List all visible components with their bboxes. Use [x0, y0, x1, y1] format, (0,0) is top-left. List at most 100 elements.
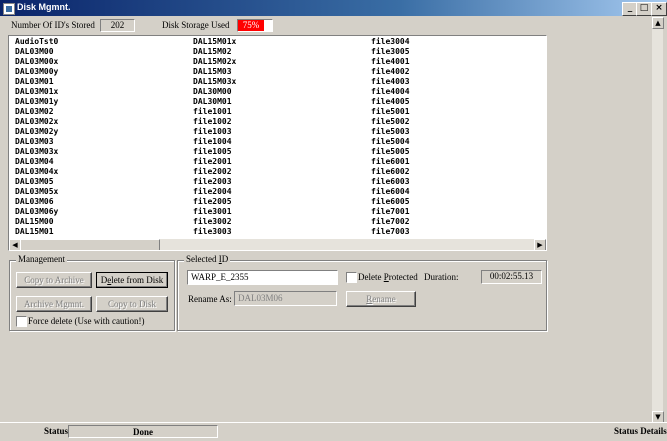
list-item[interactable]: DAL03M05	[15, 177, 58, 187]
list-item[interactable]: DAL03M02	[15, 107, 58, 117]
status-label: Status	[44, 426, 69, 436]
list-item[interactable]: file1004	[193, 137, 236, 147]
delete-from-disk-button[interactable]: Delete from Disk	[96, 272, 168, 288]
scroll-right-arrow-icon[interactable]: ▶	[534, 239, 546, 250]
list-item[interactable]: file6003	[371, 177, 410, 187]
duration-label: Duration:	[424, 272, 459, 282]
list-item[interactable]: file3003	[193, 227, 236, 237]
list-item[interactable]: DAL15M01	[15, 227, 58, 237]
list-item[interactable]: DAL03M02x	[15, 117, 58, 127]
id-list[interactable]: AudioTst0 DAL03M00 DAL03M00x DAL03M00y DAL03…	[8, 35, 547, 251]
list-horizontal-scrollbar[interactable]: ◀ ▶	[9, 239, 546, 250]
status-details-label[interactable]: Status Details	[614, 426, 667, 436]
delete-protected-label: Delete Protected	[358, 272, 418, 282]
list-item[interactable]: file6001	[371, 157, 410, 167]
list-item[interactable]: file5002	[371, 117, 410, 127]
list-item[interactable]: DAL03M00y	[15, 67, 58, 77]
list-item[interactable]: DAL03M01	[15, 77, 58, 87]
list-item[interactable]: file4002	[371, 67, 410, 77]
list-item[interactable]: file2004	[193, 187, 236, 197]
list-item[interactable]: file1001	[193, 107, 236, 117]
rename-as-input[interactable]: DAL03M06	[234, 291, 337, 306]
list-item[interactable]: file6004	[371, 187, 410, 197]
list-item[interactable]: DAL15M02	[193, 47, 236, 57]
delete-protected-checkbox[interactable]	[346, 272, 357, 283]
force-delete-checkbox[interactable]	[16, 316, 27, 327]
list-item[interactable]: DAL15M02x	[193, 57, 236, 67]
disk-storage-value: 75%	[242, 20, 260, 30]
status-value-field: Done	[68, 425, 218, 438]
list-item[interactable]: file2005	[193, 197, 236, 207]
window-vertical-scrollbar[interactable]: ▲ ▼	[652, 17, 664, 423]
horizontal-scroll-thumb[interactable]	[20, 239, 160, 250]
list-item[interactable]: file4004	[371, 87, 410, 97]
duration-value: 00:02:55.13	[481, 270, 542, 284]
list-item[interactable]: file6005	[371, 197, 410, 207]
list-item[interactable]: DAL15M00	[15, 217, 58, 227]
list-item[interactable]: AudioTst0	[15, 37, 58, 47]
list-item[interactable]: DAL15M01x	[193, 37, 236, 47]
list-item[interactable]: file5003	[371, 127, 410, 137]
list-item[interactable]: DAL03M05x	[15, 187, 58, 197]
list-item[interactable]: DAL03M04	[15, 157, 58, 167]
id-count-value: 202	[100, 19, 135, 32]
list-item[interactable]: file1005	[193, 147, 236, 157]
force-delete-label: Force delete (Use with caution!)	[28, 316, 145, 326]
list-item[interactable]: file3004	[371, 37, 410, 47]
maximize-button[interactable]: □	[636, 2, 652, 16]
list-item[interactable]: file6002	[371, 167, 410, 177]
app-icon	[3, 3, 15, 15]
list-item[interactable]: file4005	[371, 97, 410, 107]
list-item[interactable]: DAL03M01y	[15, 97, 58, 107]
list-item[interactable]: DAL03M01x	[15, 87, 58, 97]
archive-mgmnt-button[interactable]: Archive Mgmnt.	[16, 296, 92, 312]
id-list-column-1: AudioTst0 DAL03M00 DAL03M00x DAL03M00y DAL03…	[15, 37, 58, 237]
selected-id-input[interactable]: WARP_E_2355	[187, 270, 338, 285]
list-item[interactable]: file3005	[371, 47, 410, 57]
copy-to-archive-button[interactable]: Copy to Archive	[16, 272, 92, 288]
list-item[interactable]: file7003	[371, 227, 410, 237]
list-item[interactable]: file1002	[193, 117, 236, 127]
rename-button[interactable]: Rename	[346, 291, 416, 307]
list-item[interactable]: DAL03M06y	[15, 207, 58, 217]
list-item[interactable]: DAL03M00x	[15, 57, 58, 67]
disk-management-window: Disk Mgmnt. _ □ × Number Of ID's Stored …	[0, 0, 667, 441]
list-item[interactable]: DAL15M03	[193, 67, 236, 77]
selected-id-legend: Selected ID	[184, 254, 231, 264]
list-item[interactable]: file2003	[193, 177, 236, 187]
list-item[interactable]: file2002	[193, 167, 236, 177]
id-list-column-2: DAL15M01x DAL15M02 DAL15M02x DAL15M03 DAL15M…	[193, 37, 236, 237]
window-title: Disk Mgmnt.	[17, 2, 71, 12]
list-item[interactable]: file1003	[193, 127, 236, 137]
list-item[interactable]: file3001	[193, 207, 236, 217]
status-value: Done	[133, 427, 153, 437]
copy-to-disk-button[interactable]: Copy to Disk	[96, 296, 168, 312]
list-item[interactable]: file7001	[371, 207, 410, 217]
list-item[interactable]: file4003	[371, 77, 410, 87]
list-item[interactable]: file5004	[371, 137, 410, 147]
disk-storage-label: Disk Storage Used	[162, 20, 230, 30]
list-item[interactable]: DAL03M03	[15, 137, 58, 147]
list-item[interactable]: file5001	[371, 107, 410, 117]
scroll-up-arrow-icon[interactable]: ▲	[652, 17, 664, 29]
list-item[interactable]: DAL03M06	[15, 197, 58, 207]
list-item[interactable]: file2001	[193, 157, 236, 167]
list-item[interactable]: file7002	[371, 217, 410, 227]
status-bar: Status Done Status Details	[0, 422, 667, 441]
list-item[interactable]: file4001	[371, 57, 410, 67]
list-item[interactable]: file3002	[193, 217, 236, 227]
id-list-column-3: file3004 file3005 file4001 file4002 file4003…	[371, 37, 410, 237]
list-item[interactable]: DAL15M03x	[193, 77, 236, 87]
close-button[interactable]: ×	[651, 2, 667, 16]
list-item[interactable]: DAL03M00	[15, 47, 58, 57]
list-item[interactable]: DAL30M00	[193, 87, 236, 97]
list-item[interactable]: DAL30M01	[193, 97, 236, 107]
rename-as-label: Rename As:	[188, 294, 232, 304]
list-item[interactable]: file5005	[371, 147, 410, 157]
list-item[interactable]: DAL03M02y	[15, 127, 58, 137]
id-count-label: Number Of ID's Stored	[11, 20, 95, 30]
list-item[interactable]: DAL03M03x	[15, 147, 58, 157]
management-legend: Management	[16, 254, 67, 264]
list-item[interactable]: DAL03M04x	[15, 167, 58, 177]
title-bar[interactable]: Disk Mgmnt. _ □ ×	[0, 0, 667, 16]
